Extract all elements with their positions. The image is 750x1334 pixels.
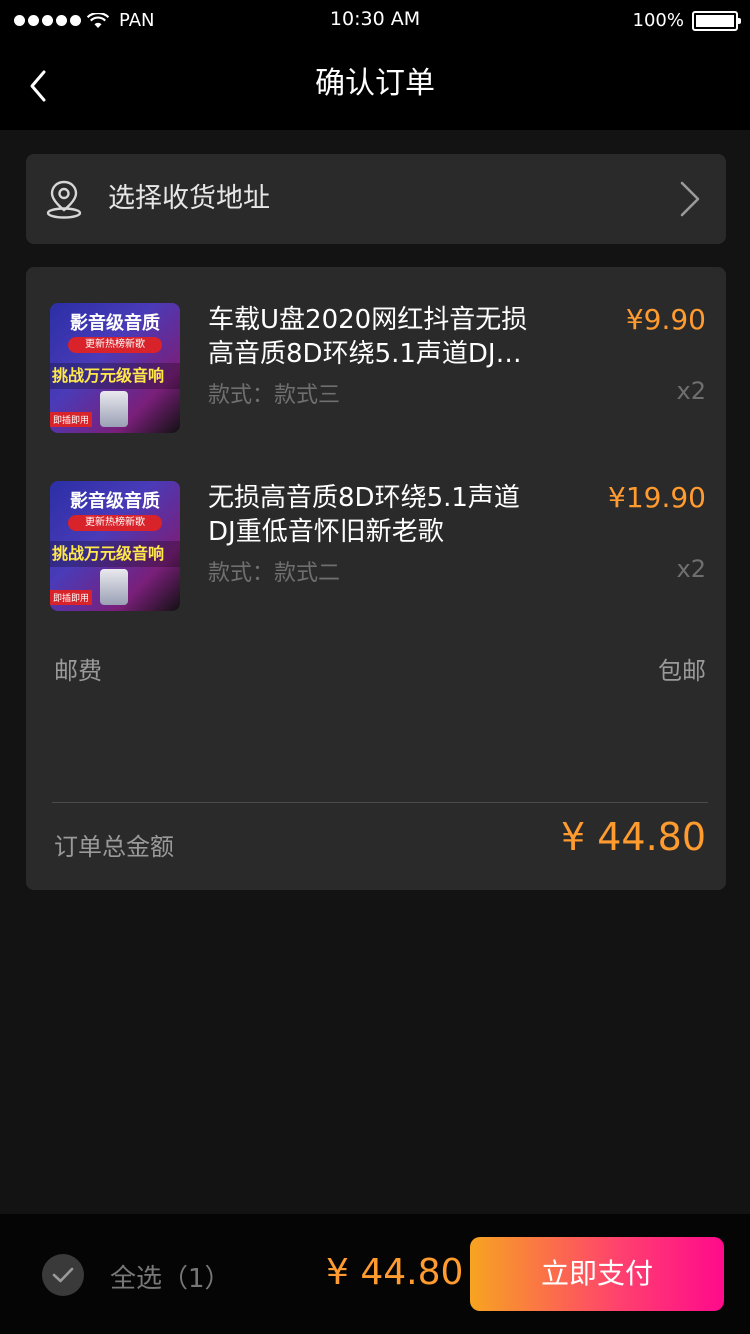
nav-bar: 确认订单 (0, 40, 750, 130)
order-total-label: 订单总金额 (54, 833, 174, 861)
bottom-total-amount: ¥ 44.80 (326, 1252, 464, 1293)
order-total-value: ¥ 44.80 (560, 815, 706, 859)
shipping-value: 包邮 (658, 657, 706, 685)
bottom-bar: 全选（1） ¥ 44.80 立即支付 (0, 1214, 750, 1334)
battery-percent: 100% (632, 10, 684, 31)
order-card: 影音级音质 更新热榜新歌 挑战万元级音响 即插即用 车载U盘2020网红抖音无损… (26, 267, 726, 890)
status-right: 100% (632, 10, 741, 31)
product-quantity: x2 (676, 555, 706, 583)
select-all-checkbox[interactable] (42, 1254, 84, 1296)
product-title: 无损高音质8D环绕5.1声道DJ重低音怀旧新老歌 (208, 483, 520, 547)
product-price: ¥19.90 (608, 481, 706, 514)
product-thumbnail: 影音级音质 更新热榜新歌 挑战万元级音响 即插即用 (50, 481, 180, 611)
divider (52, 802, 708, 803)
usb-drive-image (100, 569, 128, 605)
thumb-tag: 即插即用 (50, 412, 93, 427)
product-thumbnail: 影音级音质 更新热榜新歌 挑战万元级音响 即插即用 (50, 303, 180, 433)
product-spec: 款式：款式三 (208, 383, 341, 408)
order-item[interactable]: 影音级音质 更新热榜新歌 挑战万元级音响 即插即用 车载U盘2020网红抖音无损… (50, 303, 706, 433)
page-title: 确认订单 (315, 66, 435, 101)
shipping-label: 邮费 (54, 657, 102, 685)
thumb-slogan: 挑战万元级音响 (50, 541, 180, 567)
thumb-badge: 更新热榜新歌 (68, 337, 162, 353)
chevron-right-icon (680, 181, 700, 217)
product-spec: 款式：款式二 (208, 561, 341, 586)
thumb-headline: 影音级音质 (70, 313, 160, 334)
pay-now-button[interactable]: 立即支付 (470, 1237, 724, 1311)
thumb-badge: 更新热榜新歌 (68, 515, 162, 531)
order-item[interactable]: 影音级音质 更新热榜新歌 挑战万元级音响 即插即用 无损高音质8D环绕5.1声道… (50, 481, 706, 611)
thumb-slogan: 挑战万元级音响 (50, 363, 180, 389)
product-price: ¥9.90 (625, 303, 706, 336)
check-icon (52, 1267, 74, 1283)
thumb-headline: 影音级音质 (70, 491, 160, 512)
battery-icon (692, 10, 741, 31)
select-all-label[interactable]: 全选（1） (110, 1258, 231, 1295)
select-address-row[interactable]: 选择收货地址 (26, 154, 726, 244)
usb-drive-image (100, 391, 128, 427)
address-label: 选择收货地址 (108, 183, 270, 214)
product-quantity: x2 (676, 377, 706, 405)
location-pin-icon (46, 180, 82, 219)
thumb-tag: 即插即用 (50, 590, 93, 605)
status-bar: PAN 10:30 AM 100% (0, 0, 750, 40)
product-title: 车载U盘2020网红抖音无损高音质8D环绕5.1声道DJ重低音怀旧新老歌 (208, 305, 528, 369)
